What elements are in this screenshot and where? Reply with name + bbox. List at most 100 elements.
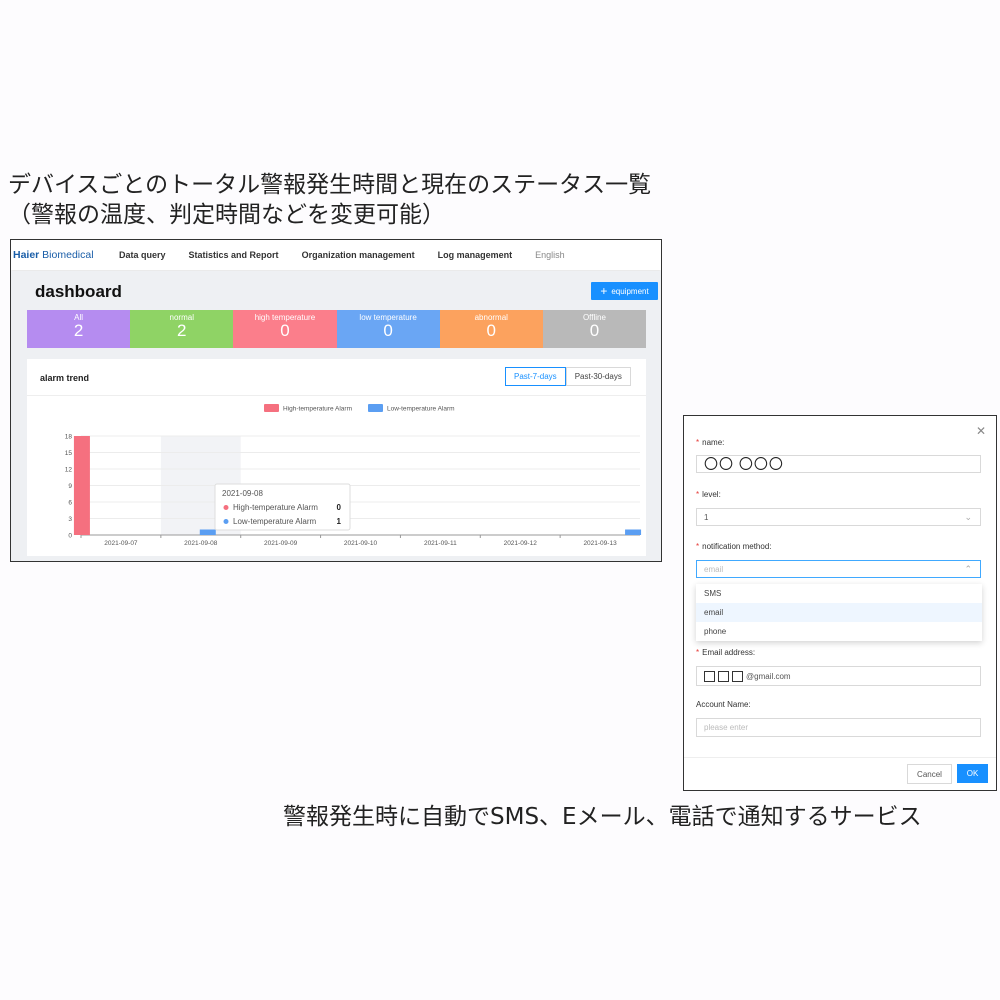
level-select[interactable]: 1 ⌄ <box>696 508 981 526</box>
level-label-text: level <box>702 490 719 499</box>
logo-rest: Biomedical <box>39 249 94 261</box>
nav-item-log[interactable]: Log management <box>438 250 513 260</box>
x-tick-label: 2021-09-10 <box>344 540 378 547</box>
tooltip-series-label: High-temperature Alarm <box>233 503 318 512</box>
y-tick-label: 6 <box>68 500 72 507</box>
brand-logo[interactable]: Haier Biomedical <box>13 249 113 261</box>
masked-char <box>718 670 729 682</box>
level-select-value: 1 <box>704 512 709 522</box>
dashboard-body: dashboard + equipment All 2 normal 2 high t… <box>11 271 661 561</box>
bar-low-temperature-alarm-2021-09-08 <box>199 529 216 535</box>
label-colon: : <box>748 700 751 709</box>
x-tick-label: 2021-09-12 <box>504 540 538 547</box>
status-card-normal[interactable]: normal 2 <box>130 310 234 348</box>
legend-swatch <box>368 404 383 412</box>
option-phone[interactable]: phone <box>696 622 982 641</box>
tooltip-series-value: 0 <box>337 503 342 512</box>
label-colon: : <box>722 438 725 447</box>
option-email[interactable]: email <box>696 603 982 622</box>
x-tick-label: 2021-09-11 <box>424 540 457 547</box>
email-address-input[interactable]: @gmail.com <box>696 666 981 686</box>
cancel-button[interactable]: Cancel <box>907 764 952 784</box>
status-card-count: 0 <box>486 321 496 340</box>
notification-method-label-text: notification method <box>702 542 770 551</box>
dashboard-screenshot: Haier Biomedical Data query Statistics a… <box>10 239 662 562</box>
status-card-low-temperature[interactable]: low temperature 0 <box>336 310 440 348</box>
name-label-text: name <box>702 438 723 447</box>
account-name-label-text: Account Name <box>696 700 749 709</box>
email-address-label-text: Email address <box>702 648 753 657</box>
email-address-label: * Email address: <box>696 648 755 657</box>
chevron-down-icon: ⌄ <box>964 511 972 522</box>
tooltip-series-value: 1 <box>337 517 342 526</box>
required-marker: * <box>696 490 700 499</box>
x-tick-label: 2021-09-13 <box>583 540 617 547</box>
required-marker: * <box>696 438 700 447</box>
x-tick-label: 2021-09-07 <box>104 540 138 547</box>
caption-top-line1: デバイスごとのトータル警報発生時間と現在のステータス一覧 <box>8 172 652 198</box>
name-input-value: 〇〇 〇〇〇 <box>704 456 784 472</box>
nav-item-statistics[interactable]: Statistics and Report <box>189 250 279 260</box>
required-marker: * <box>696 542 700 551</box>
range-past-30-days-button[interactable]: Past-30-days <box>565 367 631 386</box>
required-marker: * <box>696 648 700 657</box>
option-sms[interactable]: SMS <box>696 584 982 603</box>
y-tick-label: 0 <box>68 533 72 540</box>
notification-method-label: * notification method: <box>696 542 772 551</box>
notification-method-value: email <box>704 564 724 574</box>
chart-title: alarm trend <box>40 373 90 383</box>
plus-icon: + <box>600 284 608 298</box>
x-tick-label: 2021-09-08 <box>184 540 218 547</box>
bar-high-temperature-alarm-2021-09-07 <box>73 436 90 535</box>
account-name-label: Account Name: <box>696 700 751 709</box>
legend-swatch <box>264 404 279 412</box>
label-colon: : <box>752 648 756 657</box>
tooltip-series-dot <box>223 505 229 510</box>
status-card-count: 2 <box>177 321 187 340</box>
status-cards: All 2 normal 2 high temperature 0 low tempe… <box>27 310 647 348</box>
account-name-input[interactable]: please enter <box>696 718 981 737</box>
masked-char <box>732 670 743 682</box>
close-icon[interactable]: ✕ <box>976 424 986 438</box>
email-suffix: @gmail.com <box>746 671 791 681</box>
label-colon: : <box>769 542 772 551</box>
label-colon: : <box>718 490 721 499</box>
dialog-footer: Cancel OK <box>684 757 996 790</box>
x-tick-label: 2021-09-09 <box>264 540 298 547</box>
tooltip-series-dot <box>223 519 229 524</box>
top-nav: Haier Biomedical Data query Statistics a… <box>11 240 661 270</box>
status-card-count: 0 <box>383 321 393 340</box>
language-switcher[interactable]: English <box>535 250 565 260</box>
status-card-high-temperature[interactable]: high temperature 0 <box>233 310 337 348</box>
notification-method-dropdown: SMS email phone <box>696 584 982 641</box>
legend-label: High-temperature Alarm <box>283 406 352 413</box>
status-card-all[interactable]: All 2 <box>27 310 131 348</box>
page-title: dashboard <box>35 282 122 301</box>
chevron-up-icon: ⌃ <box>964 563 972 574</box>
legend-label: Low-temperature Alarm <box>387 406 455 413</box>
y-tick-label: 15 <box>65 450 73 457</box>
y-tick-label: 12 <box>65 467 73 474</box>
name-label: * name: <box>696 438 724 447</box>
y-tick-label: 9 <box>68 483 72 490</box>
nav-item-data-query[interactable]: Data query <box>119 250 166 260</box>
name-input[interactable]: 〇〇 〇〇〇 <box>696 455 981 473</box>
bar-low-temperature-alarm-2021-09-13 <box>625 529 642 535</box>
ok-button[interactable]: OK <box>957 764 988 783</box>
status-card-count: 0 <box>589 321 600 340</box>
tooltip-date: 2021-09-08 <box>222 489 263 498</box>
tooltip-series-label: Low-temperature Alarm <box>233 517 316 526</box>
status-card-offline[interactable]: Offline 0 <box>542 310 647 348</box>
notification-method-select[interactable]: email ⌃ <box>696 560 981 578</box>
add-equipment-button[interactable]: + equipment <box>591 282 658 300</box>
caption-bottom: 警報発生時に自動でSMS、Eメール、電話で通知するサービス <box>283 804 922 830</box>
notification-dialog: ✕ * name: 〇〇 〇〇〇 * level: 1 ⌄ * notification… <box>683 415 997 791</box>
status-card-abnormal[interactable]: abnormal 0 <box>439 310 543 348</box>
level-label: * level: <box>696 490 721 499</box>
range-past-7-days-button[interactable]: Past-7-days <box>505 367 566 386</box>
alarm-trend-chart: 0 3 6 9 12 15 18 2021-09-07 2021-09-08 2021-09-09… <box>65 404 642 547</box>
status-card-count: 2 <box>73 321 84 340</box>
logo-brand: Haier <box>13 249 40 261</box>
nav-item-organization[interactable]: Organization management <box>302 250 415 260</box>
account-name-placeholder: please enter <box>704 723 749 732</box>
